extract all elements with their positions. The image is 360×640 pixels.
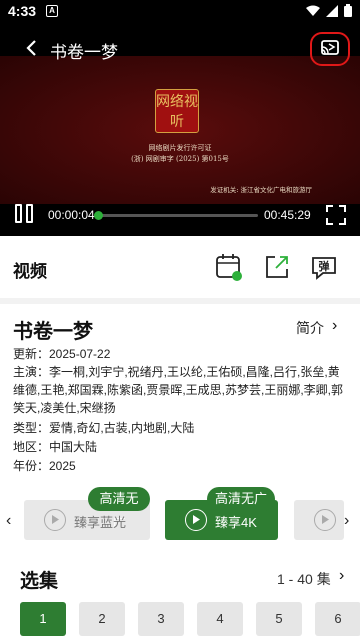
episodes-range[interactable]: 1 - 40 集 (277, 569, 331, 589)
danmaku-icon: 弹 (312, 257, 336, 280)
status-bar: 4:33 A (0, 0, 360, 24)
cast-line-1: 主演：李一桐,刘宇宁,祝绪丹,王以纶,王佑硕,昌隆,吕行,张垒,黄 (13, 365, 340, 379)
license-number: (浙) 网剧审字 (2025) 第015号 (131, 155, 229, 163)
cast-line-2: 维德,王艳,郑国霖,陈紫函,贾景晖,王成思,苏梦芸,王丽娜,李卿,郭 (13, 383, 344, 397)
play-circle-icon (185, 509, 207, 531)
year: 年份：2025 (13, 459, 76, 473)
region: 地区：中国大陆 (13, 440, 98, 454)
seal-text: 网络视听 (156, 94, 198, 130)
chevron-right-icon[interactable]: › (344, 512, 349, 530)
source-option[interactable]: 高清无广 臻享蓝光 (24, 487, 150, 540)
player-top-bar: 书卷一梦 (0, 30, 360, 66)
cast-icon (321, 40, 339, 55)
episode-button[interactable]: 2 (79, 602, 125, 636)
fullscreen-icon (326, 205, 346, 225)
chevron-left-icon (26, 40, 36, 56)
video-section: 视频 弹 (0, 236, 360, 298)
danmaku-button[interactable]: 弹 (309, 252, 339, 282)
danmaku-label: 弹 (319, 259, 330, 273)
intro-link[interactable]: 简介 (296, 318, 324, 338)
source-label: 臻享蓝光 (74, 515, 127, 530)
episode-button[interactable]: 6 (315, 602, 360, 636)
divider (0, 298, 360, 304)
pause-bar-right (26, 204, 33, 223)
pause-button[interactable] (12, 202, 36, 226)
episode-button[interactable]: 1 (20, 602, 66, 636)
progress-slider[interactable] (94, 211, 258, 220)
seal-logo: 网络视听 (155, 89, 199, 133)
source-badge: 高清无广 (207, 487, 276, 511)
total-time: 00:45:29 (264, 208, 311, 222)
source-option-partial[interactable] (294, 500, 344, 540)
video-title: 书卷一梦 (50, 43, 118, 62)
episode-button[interactable]: 3 (138, 602, 184, 636)
calendar-button[interactable] (214, 252, 244, 282)
episode-button[interactable]: 4 (197, 602, 243, 636)
player-controls: 00:00:04 00:45:29 (0, 200, 360, 230)
share-button[interactable] (262, 252, 292, 282)
back-button[interactable] (18, 34, 46, 62)
issuer-text: 发证机关: 浙江省文化广电和旅游厅 (210, 186, 312, 194)
show-title: 书卷一梦 (13, 321, 93, 343)
current-time: 00:00:04 (48, 208, 95, 222)
source-selector: ‹ 高清无广 臻享蓝光 高清无广 臻享4K › (0, 487, 360, 544)
status-icons (306, 4, 352, 17)
source-label: 臻享4K (215, 515, 257, 530)
source-option-active[interactable]: 高清无广 臻享4K (165, 487, 278, 540)
battery-icon (344, 4, 352, 17)
video-player[interactable]: 4:33 A 网络视听 网络剧片发行许可证 (浙) 网剧审字 (2025) 第0… (0, 0, 360, 236)
episode-button[interactable]: 5 (256, 602, 302, 636)
genre: 类型：爱情,奇幻,古装,内地剧,大陆 (13, 421, 195, 435)
episode-list: 1 2 3 4 5 6 (20, 602, 360, 640)
fullscreen-button[interactable] (324, 203, 348, 227)
video-frame[interactable]: 网络视听 网络剧片发行许可证 (浙) 网剧审字 (2025) 第015号 发证机… (0, 56, 360, 204)
cast-button[interactable] (310, 32, 350, 66)
wifi-icon (306, 5, 320, 16)
chevron-right-icon[interactable]: › (339, 567, 344, 585)
share-icon (266, 256, 288, 278)
play-circle-icon (314, 509, 336, 531)
episodes-title: 选集 (20, 571, 59, 592)
status-time: 4:33 (8, 3, 37, 19)
signal-icon (326, 4, 338, 17)
chevron-left-icon[interactable]: ‹ (6, 512, 11, 530)
calendar-icon (216, 254, 242, 281)
update-date: 更新：2025-07-22 (13, 347, 111, 361)
source-badge: 高清无广 (88, 487, 150, 530)
cast-line-3: 笑天,凌美仕,宋继扬 (13, 401, 116, 415)
a-icon: A (46, 5, 58, 17)
section-title: 视频 (13, 262, 47, 281)
play-circle-icon (44, 509, 66, 531)
chevron-right-icon[interactable]: › (332, 317, 337, 335)
pause-bar-left (15, 204, 22, 223)
progress-thumb[interactable] (94, 211, 104, 220)
license-text: 网络剧片发行许可证 (148, 144, 212, 152)
